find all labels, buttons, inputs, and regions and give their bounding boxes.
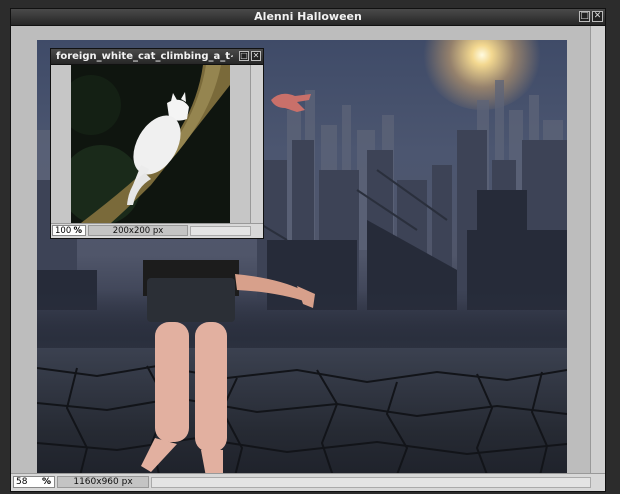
sub-horizontal-scrollbar[interactable] [190,226,251,236]
close-icon[interactable]: ✕ [592,11,603,22]
main-image-dimensions: 1160x960 px [57,476,149,488]
main-vertical-scrollbar[interactable] [590,26,605,474]
sub-title-bar[interactable]: foreign_white_cat_climbing_a_t~f □ ✕ [51,49,263,65]
cat-image[interactable] [71,65,230,223]
sub-canvas-area[interactable] [51,65,263,223]
main-horizontal-scrollbar[interactable] [151,477,591,488]
main-zoom-unit: % [41,477,51,487]
cat-image-window[interactable]: foreign_white_cat_climbing_a_t~f □ ✕ 100… [50,48,264,239]
person-figure [141,260,315,482]
sub-zoom-unit: % [73,226,82,236]
main-zoom-value: 58 [16,477,28,487]
close-icon[interactable]: ✕ [251,51,261,61]
sub-status-bar: 100 % 200x200 px [51,223,263,238]
sub-vertical-scrollbar[interactable] [250,65,263,223]
maximize-icon[interactable]: □ [579,11,590,22]
sub-zoom-input[interactable]: 100 % [52,225,86,236]
floating-hand [271,93,311,112]
sub-window-title: foreign_white_cat_climbing_a_t~f [56,51,233,62]
cat-on-tree-picture [71,65,230,223]
main-status-bar: 58 % 1160x960 px [11,473,605,491]
sub-image-dimensions: 200x200 px [88,225,188,236]
sub-zoom-value: 100 [55,226,72,236]
main-title-bar[interactable]: Alenni Halloween □ ✕ [11,9,605,26]
main-window-title: Alenni Halloween [254,10,362,23]
maximize-icon[interactable]: □ [239,51,249,61]
main-zoom-input[interactable]: 58 % [13,476,55,488]
